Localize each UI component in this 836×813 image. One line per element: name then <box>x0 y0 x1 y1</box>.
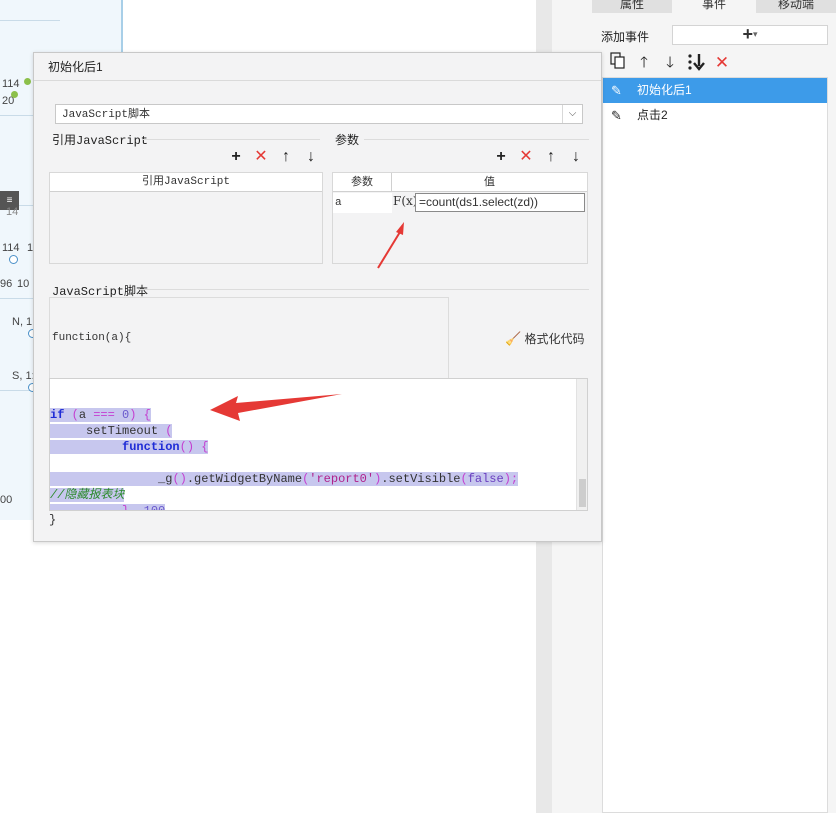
annotation-arrows <box>210 222 404 421</box>
annotation-arrow-icon <box>377 222 404 269</box>
annotation-arrow-icon <box>210 394 342 421</box>
